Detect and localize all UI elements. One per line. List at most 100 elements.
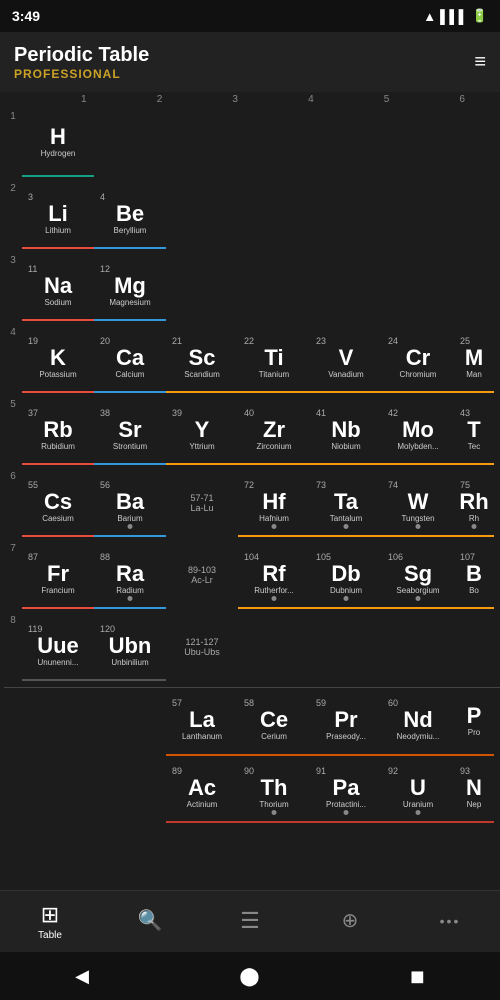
dot-indicator	[128, 524, 133, 529]
element-Hf[interactable]: 72 Hf Hafnium	[238, 469, 310, 537]
element-V[interactable]: 23 V Vanadium	[310, 325, 382, 393]
element-Ta[interactable]: 73 Ta Tantalum	[310, 469, 382, 537]
period-num-3: 3	[4, 251, 22, 266]
element-Uue[interactable]: 119 Uue Ununenni...	[22, 613, 94, 681]
dot-indicator	[272, 524, 277, 529]
element-Nd[interactable]: 60 Nd Neodymiu...	[382, 688, 454, 756]
element-Fr[interactable]: 87 Fr Francium	[22, 541, 94, 609]
element-Tc-stub[interactable]: 43 T Tec	[454, 397, 494, 465]
element-Ca[interactable]: 20 Ca Calcium	[94, 325, 166, 393]
actinide-cells: 89 Ac Actinium 90 Th Thorium 91 Pa Prota…	[22, 755, 500, 823]
app-subtitle: PROFESSIONAL	[14, 67, 149, 81]
element-Th[interactable]: 90 Th Thorium	[238, 755, 310, 823]
element-Zr[interactable]: 40 Zr Zirconium	[238, 397, 310, 465]
element-Ba[interactable]: 56 Ba Barium	[94, 469, 166, 537]
element-Be[interactable]: 4 Be Beryllium	[94, 181, 166, 249]
android-nav-bar: ◀ ⬤ ◼	[0, 952, 500, 1000]
period-5-cells: 37 Rb Rubidium 38 Sr Strontium 39 Y Yttr…	[22, 397, 500, 465]
element-Ac[interactable]: 89 Ac Actinium	[166, 755, 238, 823]
dot-indicator	[272, 596, 277, 601]
lanthanide-row: 57 La Lanthanum 58 Ce Cerium 59 Pr Prase…	[4, 687, 500, 755]
element-Ti[interactable]: 22 Ti Titanium	[238, 325, 310, 393]
periodic-table-area: 1 2 3 4 5 6 1 H Hydrogen 2 3 Li	[0, 92, 500, 890]
element-Mo[interactable]: 42 Mo Molybden...	[382, 397, 454, 465]
period-row-8: 8 119 Uue Ununenni... 120 Ubn Unbinilium…	[4, 611, 500, 683]
element-Cr[interactable]: 24 Cr Chromium	[382, 325, 454, 393]
element-La[interactable]: 57 La Lanthanum	[166, 688, 238, 756]
element-Sg[interactable]: 106 Sg Seaborgium	[382, 541, 454, 609]
element-Pm-stub[interactable]: P Pro	[454, 688, 494, 756]
period-row-5: 5 37 Rb Rubidium 38 Sr Strontium 39 Y Yt…	[4, 395, 500, 467]
col-2: 2	[122, 92, 198, 107]
element-Re-stub[interactable]: 75 Rh Rh	[454, 469, 494, 537]
period-num-lan	[4, 688, 22, 692]
app-header: Periodic Table PROFESSIONAL ≡	[0, 32, 500, 92]
col-4: 4	[273, 92, 349, 107]
element-Ubn[interactable]: 120 Ubn Unbinilium	[94, 613, 166, 681]
compare-icon: ⊕	[342, 908, 359, 933]
element-Pa[interactable]: 91 Pa Protactini...	[310, 755, 382, 823]
period-7-cells: 87 Fr Francium 88 Ra Radium 89-103 Ac-Lr…	[22, 541, 500, 609]
element-H[interactable]: H Hydrogen	[22, 109, 94, 177]
element-Rf[interactable]: 104 Rf Rutherfor...	[238, 541, 310, 609]
dot-indicator	[416, 596, 421, 601]
element-Nb[interactable]: 41 Nb Niobium	[310, 397, 382, 465]
status-time: 3:49	[12, 8, 40, 24]
element-Pr[interactable]: 59 Pr Praseody...	[310, 688, 382, 756]
element-Sc[interactable]: 21 Sc Scandium	[166, 325, 238, 393]
period-num-2: 2	[4, 179, 22, 194]
period-2-cells: 3 Li Lithium 4 Be Beryllium	[22, 181, 500, 249]
signal-icon: ▌▌▌	[440, 9, 468, 24]
home-button[interactable]: ⬤	[239, 966, 259, 987]
filter-icon[interactable]: ≡	[474, 51, 486, 74]
period-4-cells: 19 K Potassium 20 Ca Calcium 21 Sc Scand…	[22, 325, 500, 393]
recents-button[interactable]: ◼	[410, 966, 425, 987]
element-Cs[interactable]: 55 Cs Caesium	[22, 469, 94, 537]
table-icon: ⊞	[41, 902, 59, 928]
period-row-4: 4 19 K Potassium 20 Ca Calcium 21 Sc Sca…	[4, 323, 500, 395]
element-K[interactable]: 19 K Potassium	[22, 325, 94, 393]
col-1: 1	[46, 92, 122, 107]
element-U[interactable]: 92 U Uranium	[382, 755, 454, 823]
dot-indicator	[472, 524, 477, 529]
nav-table[interactable]: ⊞ Table	[0, 902, 100, 941]
period-row-7: 7 87 Fr Francium 88 Ra Radium 89-103 Ac-…	[4, 539, 500, 611]
element-Mn-stub[interactable]: 25 M Man	[454, 325, 494, 393]
element-Sr[interactable]: 38 Sr Strontium	[94, 397, 166, 465]
battery-icon: 🔋	[472, 8, 488, 24]
column-headers: 1 2 3 4 5 6	[0, 92, 500, 107]
nav-table-label: Table	[38, 930, 62, 941]
element-Mg[interactable]: 12 Mg Magnesium	[94, 253, 166, 321]
dot-indicator	[272, 810, 277, 815]
col-3: 3	[197, 92, 273, 107]
element-Na[interactable]: 11 Na Sodium	[22, 253, 94, 321]
period-row-2: 2 3 Li Lithium 4 Be Beryllium	[4, 179, 500, 251]
header-text: Periodic Table PROFESSIONAL	[14, 43, 149, 81]
dot-indicator	[128, 596, 133, 601]
element-Li[interactable]: 3 Li Lithium	[22, 181, 94, 249]
nav-list[interactable]: ☰	[200, 908, 300, 936]
nav-more[interactable]: •••	[400, 913, 500, 931]
col-6: 6	[424, 92, 500, 107]
actinide-range: 89-103 Ac-Lr	[166, 541, 238, 609]
element-Bh-stub[interactable]: 107 B Bo	[454, 541, 494, 609]
back-button[interactable]: ◀	[75, 966, 89, 987]
element-Rb[interactable]: 37 Rb Rubidium	[22, 397, 94, 465]
nav-search[interactable]: 🔍	[100, 908, 200, 935]
period-6-cells: 55 Cs Caesium 56 Ba Barium 57-71 La-Lu 7…	[22, 469, 500, 537]
col-5: 5	[349, 92, 425, 107]
dot-indicator	[416, 810, 421, 815]
nav-compare[interactable]: ⊕	[300, 908, 400, 935]
element-Ra[interactable]: 88 Ra Radium	[94, 541, 166, 609]
period-1-cells: H Hydrogen	[22, 109, 500, 177]
period-8-cells: 119 Uue Ununenni... 120 Ubn Unbinilium 1…	[22, 613, 500, 681]
element-Y[interactable]: 39 Y Yttrium	[166, 397, 238, 465]
element-Db[interactable]: 105 Db Dubnium	[310, 541, 382, 609]
dot-indicator	[344, 810, 349, 815]
element-W[interactable]: 74 W Tungsten	[382, 469, 454, 537]
period-row-1: 1 H Hydrogen	[4, 107, 500, 179]
element-Np-stub[interactable]: 93 N Nep	[454, 755, 494, 823]
element-Ce[interactable]: 58 Ce Cerium	[238, 688, 310, 756]
period-row-3: 3 11 Na Sodium 12 Mg Magnesium	[4, 251, 500, 323]
period8-range: 121-127 Ubu-Ubs	[166, 613, 238, 681]
